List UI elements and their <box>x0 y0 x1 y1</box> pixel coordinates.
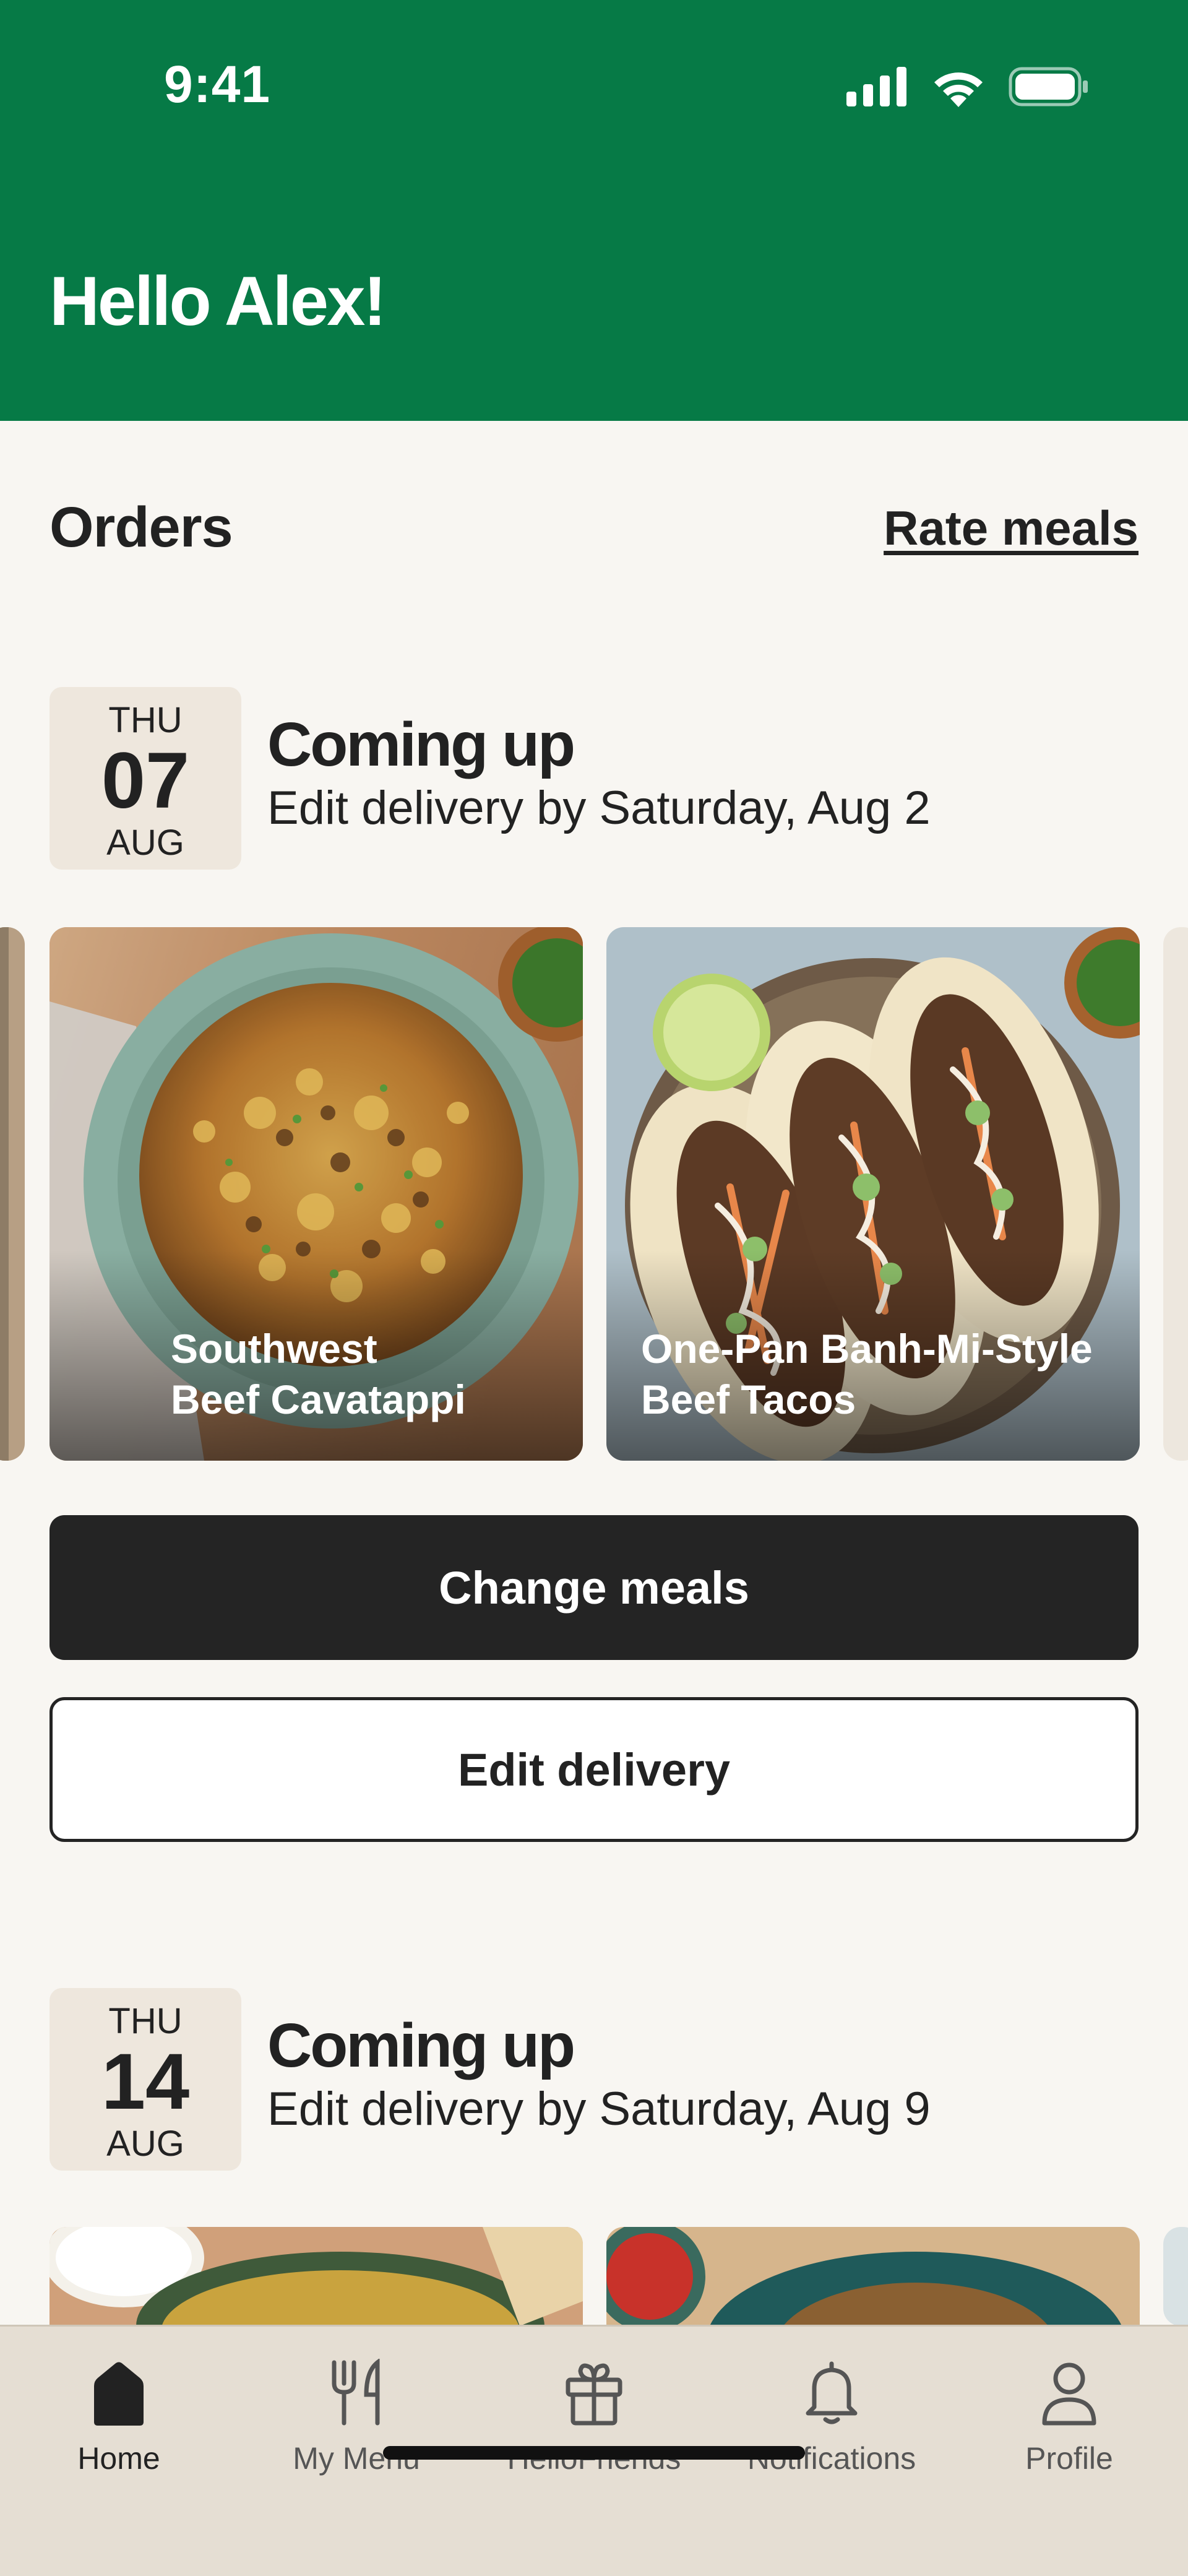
delivery-month: AUG <box>106 2123 184 2164</box>
order-edit-deadline: Edit delivery by Saturday, Aug 9 <box>267 2083 931 2135</box>
order-status-title: Coming up <box>267 2011 575 2080</box>
meal-card-peek-right[interactable] <box>1163 2227 1188 2326</box>
meal-title-line1: One-Pan Banh-Mi-Style <box>641 1326 1093 1372</box>
meal-card-peek-left[interactable] <box>0 927 25 1461</box>
nav-item-hellofriends[interactable]: HelloFriends <box>475 2327 713 2512</box>
nav-item-notifications[interactable]: Notifications <box>713 2327 950 2512</box>
status-time: 9:41 <box>164 55 271 113</box>
edit-delivery-button[interactable]: Edit delivery <box>50 1697 1138 1842</box>
delivery-weekday: THU <box>108 700 183 740</box>
rate-meals-link[interactable]: Rate meals <box>884 500 1138 556</box>
home-icon <box>94 2362 144 2426</box>
meal-title-line2: Beef Tacos <box>641 1377 856 1422</box>
wifi-icon <box>934 72 983 107</box>
nav-item-my-menu[interactable]: My Menu <box>238 2327 475 2512</box>
delivery-weekday: THU <box>108 2001 183 2041</box>
delivery-day: 14 <box>101 2037 190 2126</box>
delivery-month: AUG <box>106 822 184 863</box>
meal-title: Southwest Beef Cavatappi <box>171 1323 466 1425</box>
battery-icon <box>1009 67 1088 106</box>
gift-icon <box>566 2363 622 2426</box>
delivery-day: 07 <box>101 736 190 825</box>
app-header: 9:41 Hello Alex! <box>0 0 1188 421</box>
delivery-date-badge: THU 14 AUG <box>50 1988 241 2171</box>
meal-title: One-Pan Banh-Mi-Style Beef Tacos <box>641 1323 1093 1425</box>
bell-icon <box>806 2361 858 2424</box>
home-indicator <box>383 2446 805 2460</box>
meal-photo <box>0 927 25 1461</box>
meal-card-peek-right[interactable] <box>1163 927 1188 1461</box>
meal-title-line1: Southwest <box>171 1326 377 1372</box>
meal-card[interactable] <box>606 2227 1140 2326</box>
nav-item-profile[interactable]: Profile <box>950 2327 1188 2512</box>
nav-item-label: Profile <box>1025 2441 1113 2476</box>
meal-card[interactable] <box>50 2227 583 2326</box>
meal-photo <box>1163 927 1188 1461</box>
nav-item-home[interactable]: Home <box>0 2327 238 2512</box>
meal-card-banh-mi-beef-tacos[interactable]: One-Pan Banh-Mi-Style Beef Tacos <box>606 927 1140 1461</box>
order-edit-deadline: Edit delivery by Saturday, Aug 2 <box>267 782 931 834</box>
cellular-signal-icon <box>846 67 906 106</box>
fork-knife-icon <box>332 2359 380 2426</box>
meal-card-southwest-beef-cavatappi[interactable]: Southwest Beef Cavatappi <box>50 927 583 1461</box>
person-icon <box>1042 2362 1096 2426</box>
meal-title-line2: Beef Cavatappi <box>171 1377 466 1422</box>
delivery-date-badge: THU 07 AUG <box>50 687 241 870</box>
order-status-title: Coming up <box>267 710 575 779</box>
status-icons <box>846 62 1089 111</box>
meal-photo <box>50 2227 583 2326</box>
meal-photo <box>1163 2227 1188 2326</box>
greeting-title: Hello Alex! <box>50 262 387 340</box>
nav-item-label: Home <box>77 2441 160 2476</box>
change-meals-button[interactable]: Change meals <box>50 1515 1138 1660</box>
meal-photo <box>606 2227 1140 2326</box>
orders-section-title: Orders <box>50 496 233 559</box>
